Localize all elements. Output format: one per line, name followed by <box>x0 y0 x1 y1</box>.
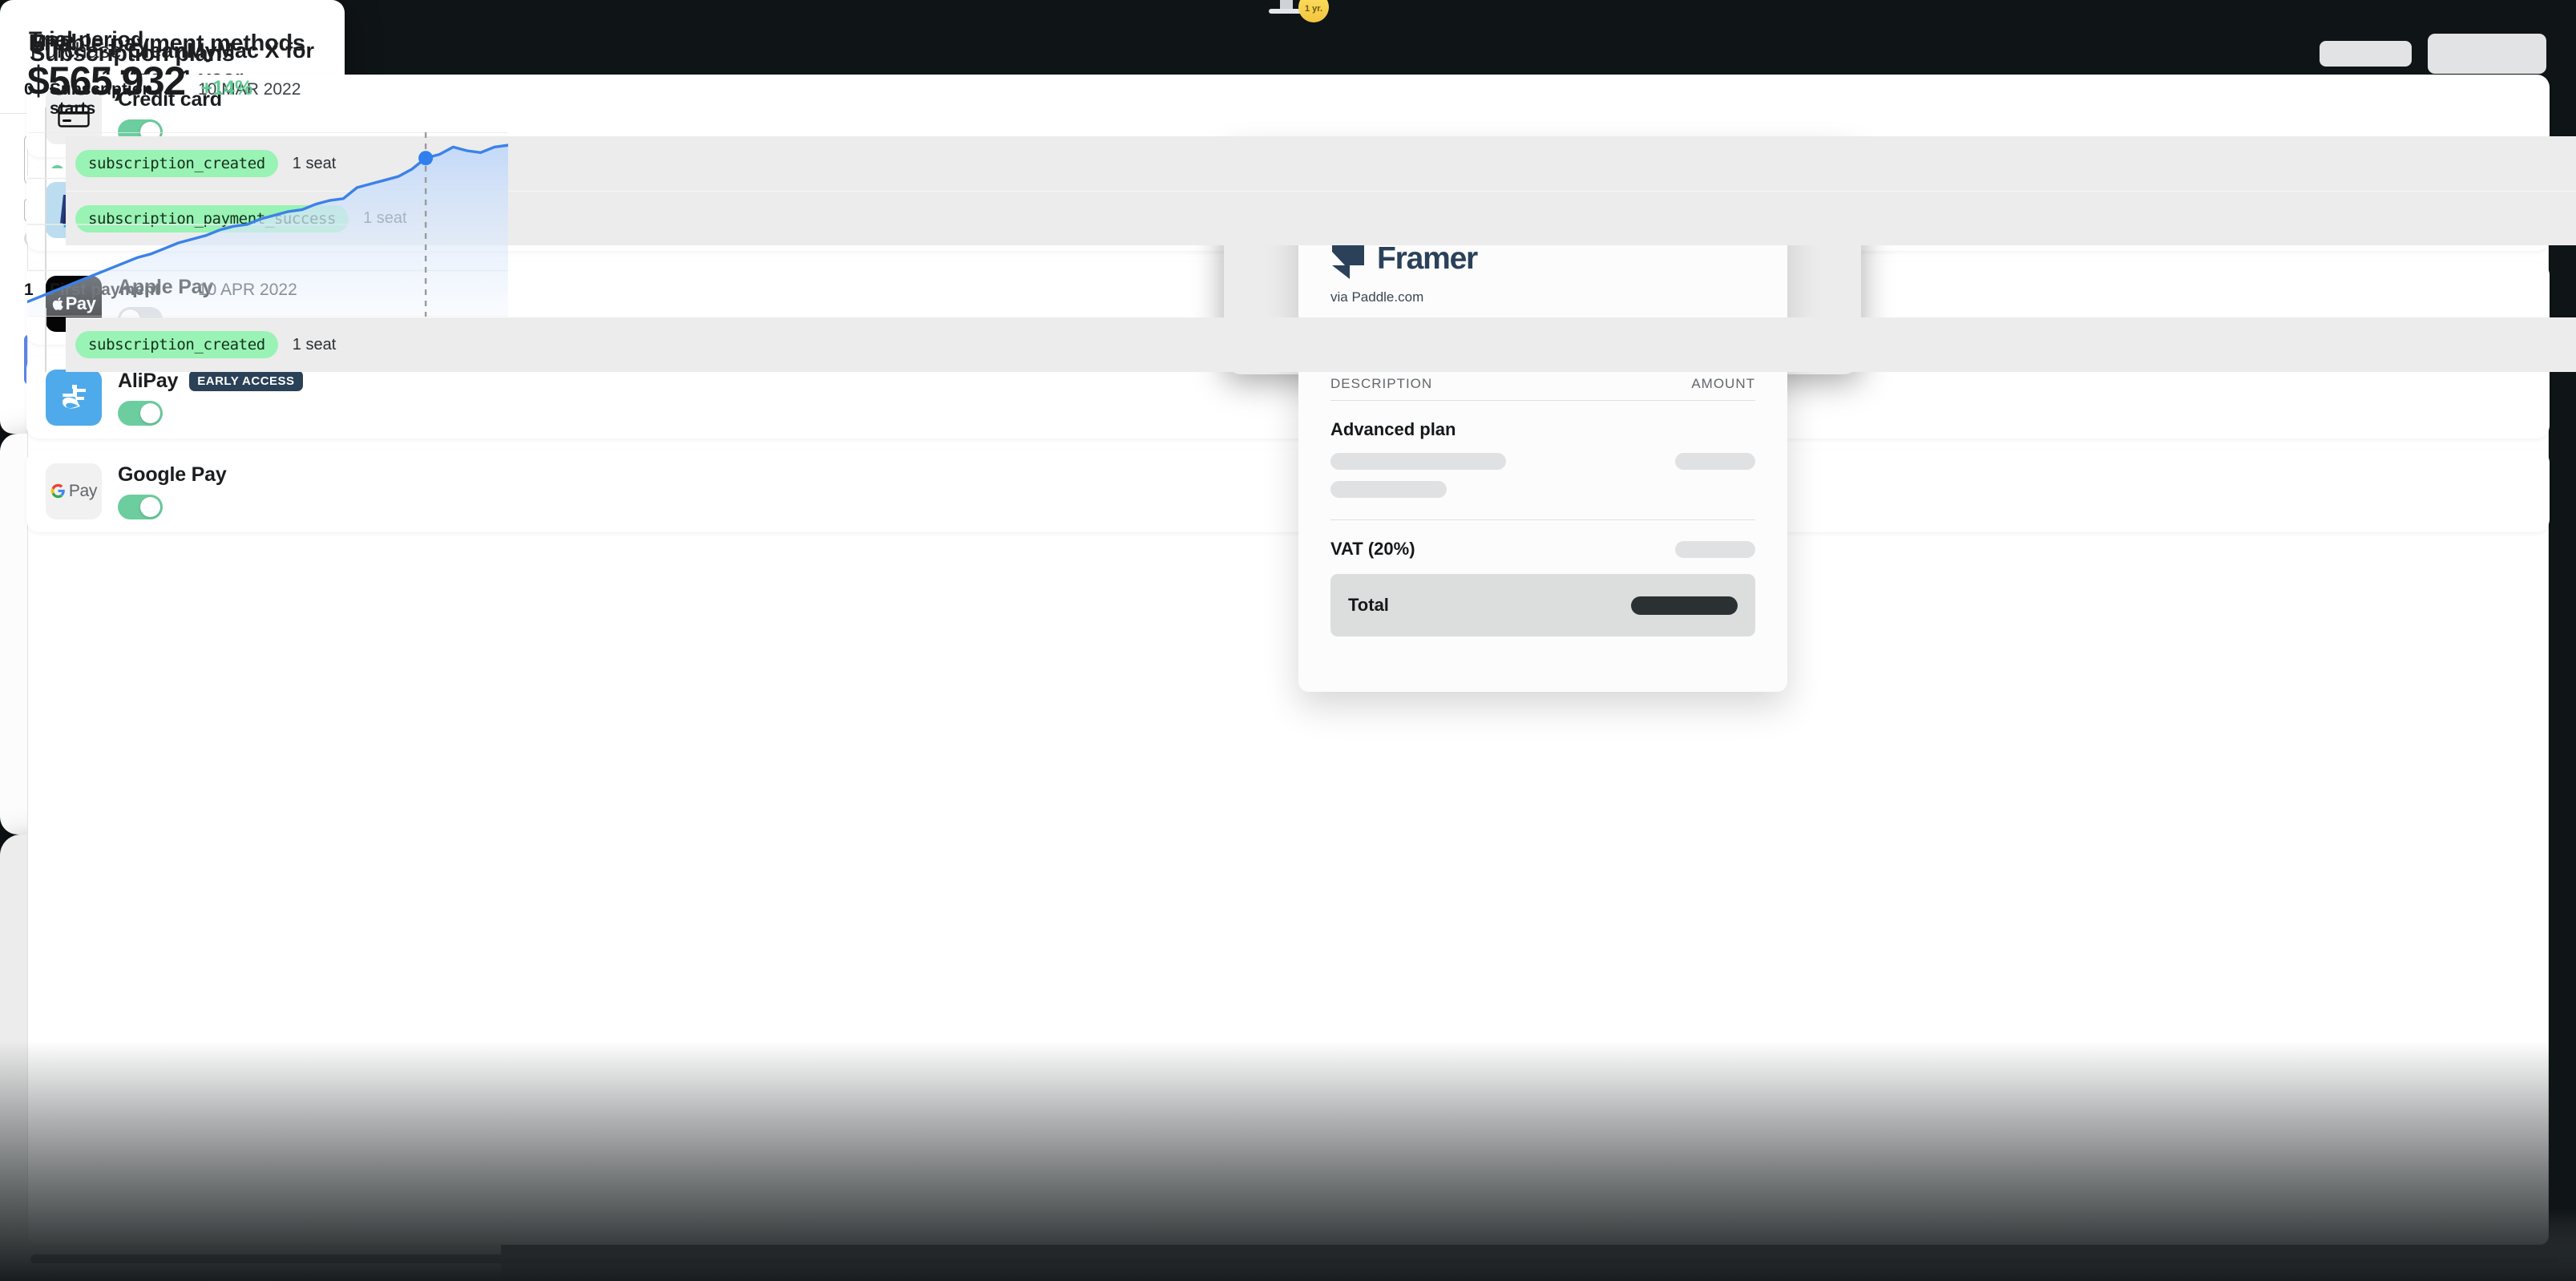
invoice-vat-label: VAT (20%) <box>1330 539 1415 559</box>
invoice-description-placeholder <box>1330 453 1506 470</box>
invoice-amount-placeholder <box>1675 453 1755 470</box>
invoice-total-amount-placeholder <box>1631 596 1738 615</box>
invoice-table-header: DESCRIPTION AMOUNT <box>1330 376 1755 401</box>
plans-header: Subscription plans <box>30 34 2546 74</box>
invoice-vat-amount-placeholder <box>1675 540 1755 558</box>
badge-text: 1 yr. <box>1305 4 1322 14</box>
invoice-line-item-row <box>1330 453 1755 470</box>
plans-placeholder-chip[interactable] <box>2320 41 2412 67</box>
invoice-vat-row: VAT (20%) <box>1330 520 1755 574</box>
invoice-line-item-name: Advanced plan <box>1330 419 1456 439</box>
cleanmymac-imac-icon: 1 yr. <box>1269 0 1329 22</box>
invoice-description-placeholder-2 <box>1330 481 1447 498</box>
invoice-line-item: Advanced plan <box>1330 401 1755 520</box>
invoice-total-row: Total <box>1330 574 1755 636</box>
invoice-total-label: Total <box>1348 595 1389 615</box>
plans-placeholder-button[interactable] <box>2428 34 2546 74</box>
column-header-description: DESCRIPTION <box>1330 376 1433 391</box>
invoice-line-item-head: Advanced plan <box>1330 419 1755 440</box>
plans-header-actions <box>2320 34 2546 74</box>
screenshot-stage: Enable currencies & territories 🇵🇹 Portu… <box>0 0 2576 1281</box>
column-header-amount: AMOUNT <box>1691 376 1755 391</box>
